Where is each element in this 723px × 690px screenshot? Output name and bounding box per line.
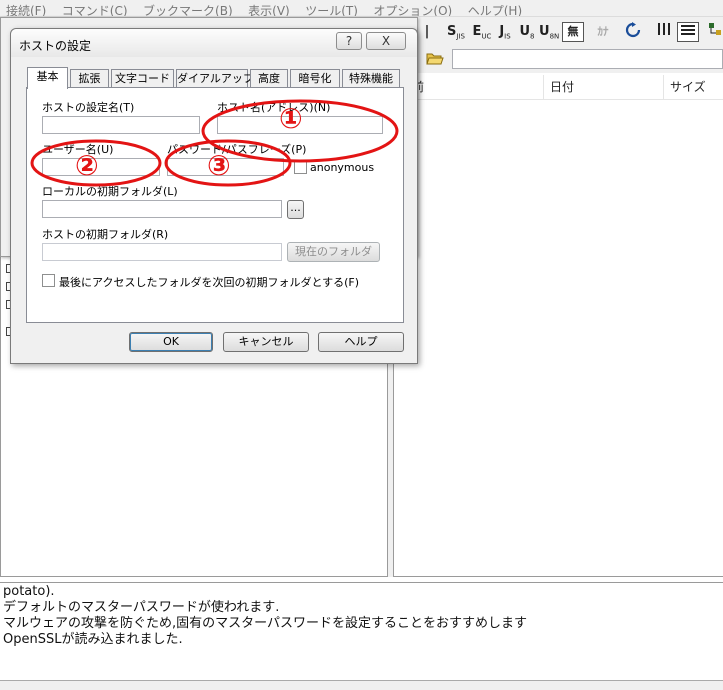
host-settings-dialog: ホストの設定 ? X 基本 拡張 文字コード ダイアルアップ 高度 暗号化 特殊… [10,28,418,364]
annotation-number-3: ③ [207,149,231,182]
list-view-icon[interactable] [655,22,673,42]
utf8-button[interactable]: U8 [517,22,537,42]
toolbar-sep-icon: | [424,24,430,39]
log-line: potato). [3,584,55,599]
menu-connect[interactable]: 接続(F) [0,0,52,16]
column-header-date[interactable]: 日付 [544,75,664,100]
tab-advanced[interactable]: 高度 [250,69,288,88]
annotation-number-1: ① [279,102,303,135]
anonymous-checkbox[interactable] [294,161,307,174]
log-line: デフォルトのマスターパスワードが使われます. [3,600,280,615]
sjis-button[interactable]: SJIS [446,22,466,42]
menu-help[interactable]: ヘルプ(H) [462,0,528,16]
tree-view-icon[interactable] [707,22,723,42]
password-label: パスワード/パスフレーズ(P) [167,143,307,156]
remote-file-pane[interactable]: 名前 日付 サイズ [393,75,723,577]
euc-button[interactable]: EUC [471,22,493,42]
host-folder-label: ホストの初期フォルダ(R) [42,228,169,241]
ok-button[interactable]: OK [129,332,213,352]
annotation-number-2: ② [75,149,99,182]
menu-bar: 接続(F) コマンド(C) ブックマーク(B) 表示(V) ツール(T) オプシ… [0,0,723,17]
tab-basic[interactable]: 基本 [27,67,68,89]
close-icon[interactable]: X [366,32,406,50]
no-convert-button[interactable]: 無 [562,22,584,42]
column-header-size[interactable]: サイズ [664,75,723,100]
menu-tools[interactable]: ツール(T) [299,0,364,16]
last-folder-checkbox[interactable] [42,274,55,287]
menu-view[interactable]: 表示(V) [242,0,296,16]
remote-path-bar [418,45,723,73]
tab-encryption[interactable]: 暗号化 [290,69,340,88]
detail-view-icon[interactable] [677,22,699,42]
menu-command[interactable]: コマンド(C) [56,0,134,16]
dialog-title: ホストの設定 [19,39,92,53]
dialog-titlebar[interactable]: ホストの設定 ? X [11,29,417,57]
user-name-input[interactable] [42,158,160,176]
host-folder-input[interactable] [42,243,282,261]
log-line: マルウェアの攻撃を防ぐため,固有のマスターパスワードを設定することをおすすめしま… [3,616,528,631]
host-name-label: ホスト名(アドレス)(N) [217,101,331,114]
help-button[interactable]: ヘルプ [318,332,404,352]
jis-button[interactable]: JIS [495,22,515,42]
current-folder-button[interactable]: 現在のフォルダ [287,242,380,262]
menu-options[interactable]: オプション(O) [367,0,458,16]
menu-bookmark[interactable]: ブックマーク(B) [137,0,239,16]
log-panel: potato). デフォルトのマスターパスワードが使われます. マルウェアの攻撃… [0,582,723,680]
help-icon[interactable]: ? [336,32,362,50]
host-setting-name-label: ホストの設定名(T) [42,101,135,114]
local-folder-input[interactable] [42,200,282,218]
utf8n-button[interactable]: U8N [539,22,559,42]
tab-charset[interactable]: 文字コード [111,69,174,88]
log-line: OpenSSLが読み込まれました. [3,632,183,647]
local-folder-label: ローカルの初期フォルダ(L) [42,185,178,198]
tab-dialup[interactable]: ダイアルアップ [176,69,254,88]
open-folder-icon[interactable] [426,50,444,66]
anonymous-label: anonymous [310,161,375,174]
refresh-icon[interactable] [623,22,643,42]
basic-tab-panel: ホストの設定名(T) ホスト名(アドレス)(N) ユーザー名(U) パスワード/… [26,87,404,323]
cancel-button[interactable]: キャンセル [223,332,309,352]
browse-local-folder-button[interactable]: ... [287,200,304,219]
tab-extended[interactable]: 拡張 [70,69,109,88]
tab-strip: 基本 拡張 文字コード ダイアルアップ 高度 暗号化 特殊機能 [27,67,407,89]
kana-button[interactable]: ｶﾅ [594,22,612,42]
tab-special[interactable]: 特殊機能 [342,69,400,88]
status-bar [0,680,723,690]
host-setting-name-input[interactable] [42,116,200,134]
remote-path-input[interactable] [452,49,723,69]
last-folder-label: 最後にアクセスしたフォルダを次回の初期フォルダとする(F) [59,276,360,289]
